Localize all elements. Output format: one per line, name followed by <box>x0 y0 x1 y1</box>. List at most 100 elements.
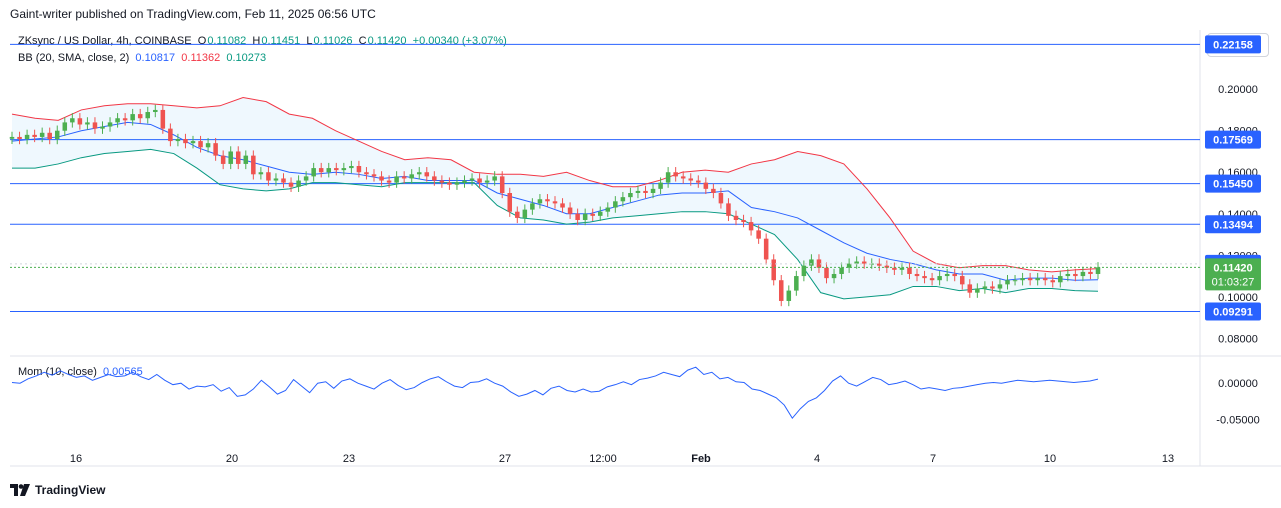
brand-name: TradingView <box>35 483 106 497</box>
candle-body <box>153 109 158 113</box>
candle-body <box>597 211 603 216</box>
candle-body <box>160 109 166 129</box>
candle-body <box>130 114 135 121</box>
candle-body <box>492 176 497 181</box>
candle-body <box>575 213 580 220</box>
candle-body <box>137 114 143 119</box>
candle-body <box>122 118 128 121</box>
candle-body <box>243 155 249 164</box>
candle-body <box>235 151 241 164</box>
candle-body <box>54 130 60 140</box>
candle-body <box>688 178 694 181</box>
candle-body <box>9 136 15 139</box>
candle-body <box>809 259 814 266</box>
time-tick-label: 12:00 <box>589 453 617 465</box>
candle-body <box>628 193 633 198</box>
candle-body <box>1020 278 1025 281</box>
candle-body <box>386 180 392 183</box>
candle-body <box>643 190 648 193</box>
candle-body <box>997 284 1003 289</box>
candle-body <box>484 180 490 183</box>
momentum-line <box>11 366 1099 420</box>
candle-body <box>944 273 950 277</box>
tradingview-logo-icon <box>10 484 30 496</box>
candle-body <box>605 207 611 212</box>
candle-body <box>371 174 377 177</box>
candle-body <box>892 267 897 270</box>
level-badge-label: 0.22158 <box>1213 39 1253 51</box>
candle-body <box>356 166 362 173</box>
candle-body <box>952 273 957 277</box>
candle-body <box>1042 278 1048 281</box>
candle-body <box>673 172 678 177</box>
candle-body <box>190 141 196 144</box>
candle-body <box>447 182 452 185</box>
candle-body <box>680 176 686 179</box>
candle-body <box>288 182 294 187</box>
candle-body <box>92 122 98 129</box>
candle-body <box>778 280 784 301</box>
candle-body <box>70 118 75 123</box>
candle-body <box>545 199 550 202</box>
candle-body <box>318 168 324 173</box>
level-badge-label: 0.17569 <box>1213 135 1253 147</box>
tradingview-logo[interactable]: TradingView <box>10 483 105 497</box>
candle-body <box>183 139 188 144</box>
candle-body <box>394 176 399 183</box>
candle-body <box>379 176 384 181</box>
candle-body <box>251 155 256 175</box>
candle-body <box>786 290 792 301</box>
candle-body <box>613 201 618 208</box>
candle-body <box>454 182 460 185</box>
candle-body <box>590 213 595 216</box>
candle-body <box>507 193 513 212</box>
time-tick-label: 13 <box>1162 453 1174 465</box>
candle-body <box>1012 280 1018 282</box>
candle-body <box>432 176 437 181</box>
candle-body <box>62 122 68 131</box>
candle-body <box>861 261 867 264</box>
candle-body <box>1058 276 1063 283</box>
level-badge-label: 0.09291 <box>1213 307 1253 319</box>
candle-body <box>763 238 769 260</box>
candle-body <box>477 178 482 183</box>
candle-body <box>205 143 211 148</box>
candle-body <box>959 276 965 285</box>
time-tick-label: 4 <box>814 453 820 465</box>
candle-body <box>515 211 520 218</box>
candle-body <box>824 267 829 279</box>
time-tick-label: 20 <box>226 453 238 465</box>
candle-body <box>537 199 543 204</box>
candle-body <box>703 182 709 189</box>
candle-body <box>220 155 226 164</box>
candle-body <box>975 288 980 293</box>
candle-body <box>899 267 905 270</box>
candle-body <box>47 132 52 140</box>
candle-body <box>831 273 837 279</box>
candle-body <box>1080 271 1086 277</box>
candle-body <box>552 201 558 204</box>
candle-body <box>771 259 776 281</box>
candle-body <box>228 151 233 164</box>
candle-body <box>213 143 218 156</box>
candle-body <box>711 188 716 193</box>
price-tick-label: 0.20000 <box>1218 84 1258 96</box>
candle-body <box>1073 273 1078 277</box>
candle-body <box>982 286 988 289</box>
time-tick-label: 27 <box>499 453 511 465</box>
time-tick-label: 7 <box>930 453 936 465</box>
candle-body <box>24 134 30 140</box>
last-price-label: 0.11420 <box>1213 262 1252 274</box>
candle-body <box>296 180 301 187</box>
price-chart[interactable]: 0.200000.180000.160000.140000.120000.100… <box>0 0 1281 508</box>
momentum-tick-label: 0.00000 <box>1218 378 1258 390</box>
candle-body <box>334 168 339 171</box>
candle-body <box>39 132 45 137</box>
candle-body <box>469 178 475 181</box>
candle-body <box>854 261 859 264</box>
level-badge-label: 0.15450 <box>1213 179 1253 191</box>
candle-body <box>401 176 407 179</box>
candle-body <box>922 276 927 279</box>
candle-body <box>145 112 151 119</box>
candle-body <box>620 197 626 202</box>
